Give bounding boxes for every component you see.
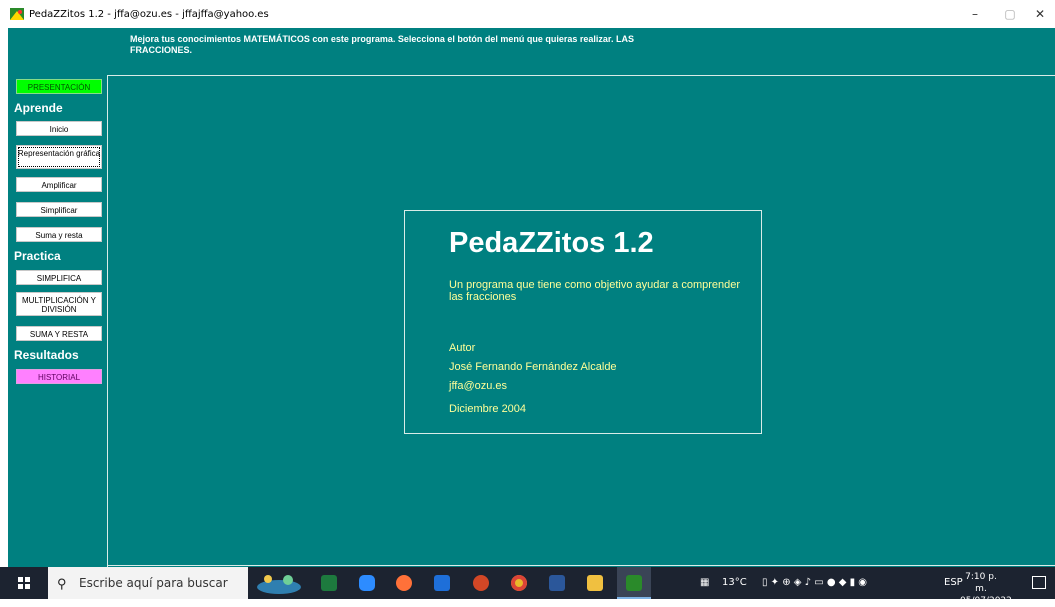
simplifica-button[interactable]: SIMPLIFICA [16,270,102,285]
pedazzitos-taskbar-button[interactable] [617,567,651,599]
minimize-button[interactable]: – [960,4,990,24]
app-blue-icon[interactable] [434,575,450,591]
instructions-text: Mejora tus conocimientos MATEMÁTICOS con… [130,34,634,55]
suma-resta-practica-button[interactable]: SUMA Y RESTA [16,326,102,341]
splash-title: PedaZZitos 1.2 [449,227,654,259]
multiplicacion-division-button[interactable]: MULTIPLICACIÓN Y DIVISIÓN [16,292,102,316]
author-email: jffa@ozu.es [449,380,508,392]
temperature-text: 13°C [722,577,747,588]
divider-top [107,75,1055,76]
tray-icons[interactable]: ▯ ✦ ⊕ ◈ ♪ ▭ ● ◆ ▮ ◉ [762,577,867,588]
suma-y-resta-button[interactable]: Suma y resta [16,227,102,242]
divider-bottom [107,565,1055,566]
splash-date: Diciembre 2004 [449,403,527,415]
zoom-icon[interactable] [359,575,375,591]
pedazzitos-icon [626,575,642,591]
taskbar-clock[interactable]: 7:10 p. m. 05/07/2022 [960,571,1012,607]
chrome-icon[interactable] [511,575,527,591]
search-placeholder: Escribe aquí para buscar [79,576,228,590]
clock-date: 05/07/2022 [960,596,1012,606]
splash-subtitle: Un programa que tiene como objetivo ayud… [449,279,741,303]
taskbar-search[interactable]: ⚲ Escribe aquí para buscar [48,567,248,599]
search-highlight-art-icon [257,575,301,594]
search-icon: ⚲ [57,576,67,591]
firefox-icon[interactable] [396,575,412,591]
historial-button[interactable]: HISTORIAL [16,369,102,384]
title-bar: PedaZZitos 1.2 - jffa@ozu.es - jffajffa@… [0,0,1055,28]
simplificar-button[interactable]: Simplificar [16,202,102,217]
author-name: José Fernando Fernández Alcalde [449,361,617,373]
app-area: Mejora tus conocimientos MATEMÁTICOS con… [8,28,1055,567]
clock-time: 7:10 p. m. [965,572,997,594]
windows-start-icon[interactable] [18,577,30,589]
amplificar-button[interactable]: Amplificar [16,177,102,192]
restore-button[interactable]: ▢ [995,4,1025,24]
file-explorer-icon[interactable] [587,575,603,591]
taskbar: ⚲ Escribe aquí para buscar ▦ 13°C ▯ ✦ ⊕ … [0,567,1055,606]
divider-left [107,75,108,567]
window-title: PedaZZitos 1.2 - jffa@ozu.es - jffajffa@… [29,9,269,20]
powerpoint-icon[interactable] [473,575,489,591]
author-label: Autor [449,342,476,354]
notifications-icon[interactable] [1032,576,1046,589]
app-icon [10,8,24,20]
inicio-button[interactable]: Inicio [16,121,102,136]
resultados-heading: Resultados [14,348,79,362]
representacion-grafica-button[interactable]: Representación gráfica [16,145,102,169]
excel-icon[interactable] [321,575,337,591]
close-button[interactable]: ✕ [1025,4,1055,24]
aprende-heading: Aprende [14,101,63,115]
presentacion-button[interactable]: PRESENTACIÓN [16,79,102,94]
splash-panel: PedaZZitos 1.2 Un programa que tiene com… [404,210,762,434]
weather-icon[interactable]: ▦ [700,577,709,588]
practica-heading: Practica [14,249,61,263]
word-icon[interactable] [549,575,565,591]
